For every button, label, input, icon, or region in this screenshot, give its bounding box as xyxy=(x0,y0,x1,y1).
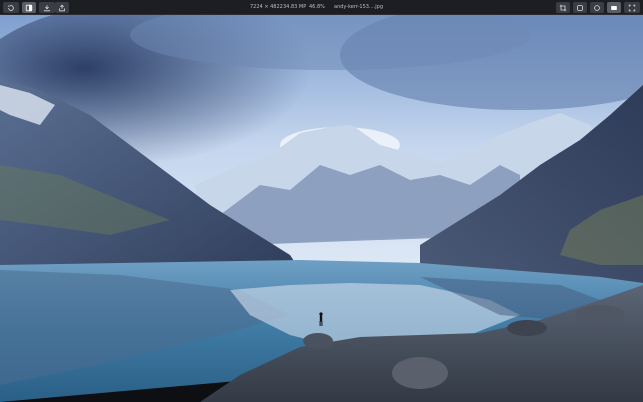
boulder-right xyxy=(507,320,547,336)
adjust-button[interactable] xyxy=(573,2,587,13)
download-icon xyxy=(44,4,50,11)
crop-button[interactable] xyxy=(556,2,570,13)
download-button[interactable] xyxy=(39,2,55,13)
circle-icon xyxy=(594,4,600,11)
image-megapixels: 34.83 MP xyxy=(283,4,307,10)
boulder xyxy=(303,333,333,349)
image-dimensions: 7224 × 4822 xyxy=(250,4,283,10)
crop-icon xyxy=(559,4,567,11)
fullscreen-button[interactable] xyxy=(607,2,621,13)
zoom-level: 46.8% xyxy=(309,4,325,10)
boulder-small xyxy=(351,338,369,348)
circle-button[interactable] xyxy=(590,2,604,13)
boulder-large xyxy=(392,357,448,389)
share-button[interactable] xyxy=(55,2,69,13)
compare-icon xyxy=(25,4,33,11)
file-name: andy-kerr-153....jpg xyxy=(334,4,384,10)
expand-button[interactable] xyxy=(624,2,640,13)
history-button[interactable] xyxy=(3,2,19,13)
share-icon xyxy=(59,4,65,11)
fullscreen-icon xyxy=(611,5,617,10)
viewer-toolbar: 7224 × 4822 34.83 MP 46.8% andy-kerr-153… xyxy=(0,0,643,15)
photo-canvas[interactable] xyxy=(0,15,643,402)
boulder-far-right xyxy=(575,305,625,325)
compare-button[interactable] xyxy=(22,2,36,13)
adjust-icon xyxy=(577,4,583,11)
history-icon xyxy=(7,4,14,11)
expand-icon xyxy=(628,4,636,11)
